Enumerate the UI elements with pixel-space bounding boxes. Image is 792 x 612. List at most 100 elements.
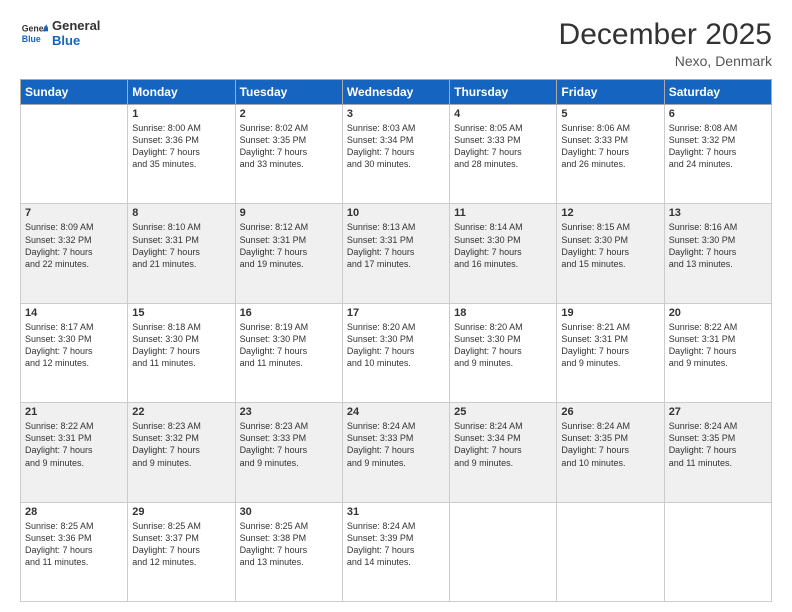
day-number: 7 xyxy=(25,207,123,219)
day-info: Sunrise: 8:08 AMSunset: 3:32 PMDaylight:… xyxy=(669,122,767,171)
title-block: December 2025 Nexo, Denmark xyxy=(559,18,772,69)
calendar-cell: 5 Sunrise: 8:06 AMSunset: 3:33 PMDaylight… xyxy=(557,105,664,204)
calendar-cell: 26Sunrise: 8:24 AMSunset: 3:35 PMDayligh… xyxy=(557,403,664,502)
col-header-friday: Friday xyxy=(557,80,664,105)
calendar-table: SundayMondayTuesdayWednesdayThursdayFrid… xyxy=(20,79,772,602)
col-header-tuesday: Tuesday xyxy=(235,80,342,105)
calendar-cell: 16 Sunrise: 8:19 AMSunset: 3:30 PMDayligh… xyxy=(235,303,342,402)
calendar-cell xyxy=(557,502,664,601)
day-number: 23 xyxy=(240,406,338,418)
col-header-monday: Monday xyxy=(128,80,235,105)
calendar-cell: 11Sunrise: 8:14 AMSunset: 3:30 PMDayligh… xyxy=(450,204,557,303)
day-info: Sunrise: 8:22 AMSunset: 3:31 PMDaylight:… xyxy=(25,420,123,469)
day-number: 3 xyxy=(347,108,445,120)
day-number: 5 xyxy=(561,108,659,120)
calendar-cell: 6Sunrise: 8:08 AMSunset: 3:32 PMDaylight… xyxy=(664,105,771,204)
day-info: Sunrise: 8:15 AMSunset: 3:30 PMDaylight:… xyxy=(561,221,659,270)
day-number: 10 xyxy=(347,207,445,219)
day-number: 16 xyxy=(240,307,338,319)
day-info: Sunrise: 8:09 AMSunset: 3:32 PMDaylight:… xyxy=(25,221,123,270)
calendar-cell: 22 Sunrise: 8:23 AMSunset: 3:32 PMDayligh… xyxy=(128,403,235,502)
day-number: 30 xyxy=(240,506,338,518)
calendar-week-row: 21 Sunrise: 8:22 AMSunset: 3:31 PMDayligh… xyxy=(21,403,772,502)
calendar-cell xyxy=(21,105,128,204)
day-info: Sunrise: 8:20 AMSunset: 3:30 PMDaylight:… xyxy=(454,321,552,370)
day-number: 14 xyxy=(25,307,123,319)
calendar-cell: 28Sunrise: 8:25 AMSunset: 3:36 PMDayligh… xyxy=(21,502,128,601)
day-number: 20 xyxy=(669,307,767,319)
col-header-sunday: Sunday xyxy=(21,80,128,105)
calendar-cell: 8 Sunrise: 8:10 AMSunset: 3:31 PMDaylight… xyxy=(128,204,235,303)
calendar-cell: 24Sunrise: 8:24 AMSunset: 3:33 PMDayligh… xyxy=(342,403,449,502)
logo: General Blue General Blue xyxy=(20,18,100,48)
day-info: Sunrise: 8:18 AMSunset: 3:30 PMDaylight:… xyxy=(132,321,230,370)
day-number: 21 xyxy=(25,406,123,418)
day-number: 12 xyxy=(561,207,659,219)
calendar-cell: 4Sunrise: 8:05 AMSunset: 3:33 PMDaylight… xyxy=(450,105,557,204)
day-info: Sunrise: 8:03 AMSunset: 3:34 PMDaylight:… xyxy=(347,122,445,171)
day-number: 31 xyxy=(347,506,445,518)
logo-icon: General Blue xyxy=(20,19,48,47)
calendar-cell: 17 Sunrise: 8:20 AMSunset: 3:30 PMDayligh… xyxy=(342,303,449,402)
day-number: 28 xyxy=(25,506,123,518)
day-info: Sunrise: 8:17 AMSunset: 3:30 PMDaylight:… xyxy=(25,321,123,370)
day-number: 1 xyxy=(132,108,230,120)
day-info: Sunrise: 8:20 AMSunset: 3:30 PMDaylight:… xyxy=(347,321,445,370)
calendar-page: General Blue General Blue December 2025 … xyxy=(0,0,792,612)
calendar-cell: 10 Sunrise: 8:13 AMSunset: 3:31 PMDayligh… xyxy=(342,204,449,303)
day-number: 17 xyxy=(347,307,445,319)
day-number: 25 xyxy=(454,406,552,418)
col-header-wednesday: Wednesday xyxy=(342,80,449,105)
calendar-cell: 7 Sunrise: 8:09 AMSunset: 3:32 PMDaylight… xyxy=(21,204,128,303)
day-info: Sunrise: 8:24 AMSunset: 3:39 PMDaylight:… xyxy=(347,520,445,569)
col-header-saturday: Saturday xyxy=(664,80,771,105)
calendar-cell: 13Sunrise: 8:16 AMSunset: 3:30 PMDayligh… xyxy=(664,204,771,303)
day-info: Sunrise: 8:12 AMSunset: 3:31 PMDaylight:… xyxy=(240,221,338,270)
day-info: Sunrise: 8:24 AMSunset: 3:35 PMDaylight:… xyxy=(669,420,767,469)
day-info: Sunrise: 8:06 AMSunset: 3:33 PMDaylight:… xyxy=(561,122,659,171)
day-number: 18 xyxy=(454,307,552,319)
calendar-cell: 14 Sunrise: 8:17 AMSunset: 3:30 PMDayligh… xyxy=(21,303,128,402)
calendar-cell: 9 Sunrise: 8:12 AMSunset: 3:31 PMDaylight… xyxy=(235,204,342,303)
calendar-week-row: 28Sunrise: 8:25 AMSunset: 3:36 PMDayligh… xyxy=(21,502,772,601)
day-info: Sunrise: 8:24 AMSunset: 3:33 PMDaylight:… xyxy=(347,420,445,469)
logo-blue: Blue xyxy=(52,33,100,48)
calendar-cell: 21 Sunrise: 8:22 AMSunset: 3:31 PMDayligh… xyxy=(21,403,128,502)
calendar-cell: 23Sunrise: 8:23 AMSunset: 3:33 PMDayligh… xyxy=(235,403,342,502)
calendar-cell: 18 Sunrise: 8:20 AMSunset: 3:30 PMDayligh… xyxy=(450,303,557,402)
day-number: 11 xyxy=(454,207,552,219)
calendar-cell: 19Sunrise: 8:21 AMSunset: 3:31 PMDayligh… xyxy=(557,303,664,402)
day-info: Sunrise: 8:05 AMSunset: 3:33 PMDaylight:… xyxy=(454,122,552,171)
location: Nexo, Denmark xyxy=(559,53,772,69)
day-info: Sunrise: 8:25 AMSunset: 3:38 PMDaylight:… xyxy=(240,520,338,569)
day-info: Sunrise: 8:10 AMSunset: 3:31 PMDaylight:… xyxy=(132,221,230,270)
calendar-cell: 31 Sunrise: 8:24 AMSunset: 3:39 PMDayligh… xyxy=(342,502,449,601)
logo-general: General xyxy=(52,18,100,33)
calendar-cell: 30 Sunrise: 8:25 AMSunset: 3:38 PMDayligh… xyxy=(235,502,342,601)
calendar-cell: 27 Sunrise: 8:24 AMSunset: 3:35 PMDayligh… xyxy=(664,403,771,502)
day-number: 2 xyxy=(240,108,338,120)
day-info: Sunrise: 8:13 AMSunset: 3:31 PMDaylight:… xyxy=(347,221,445,270)
day-info: Sunrise: 8:24 AMSunset: 3:34 PMDaylight:… xyxy=(454,420,552,469)
calendar-week-row: 1Sunrise: 8:00 AMSunset: 3:36 PMDaylight… xyxy=(21,105,772,204)
day-info: Sunrise: 8:22 AMSunset: 3:31 PMDaylight:… xyxy=(669,321,767,370)
day-number: 8 xyxy=(132,207,230,219)
day-number: 27 xyxy=(669,406,767,418)
calendar-cell: 1Sunrise: 8:00 AMSunset: 3:36 PMDaylight… xyxy=(128,105,235,204)
day-number: 29 xyxy=(132,506,230,518)
calendar-cell: 25 Sunrise: 8:24 AMSunset: 3:34 PMDayligh… xyxy=(450,403,557,502)
svg-text:General: General xyxy=(22,23,48,33)
calendar-cell: 15Sunrise: 8:18 AMSunset: 3:30 PMDayligh… xyxy=(128,303,235,402)
day-info: Sunrise: 8:19 AMSunset: 3:30 PMDaylight:… xyxy=(240,321,338,370)
calendar-cell: 29 Sunrise: 8:25 AMSunset: 3:37 PMDayligh… xyxy=(128,502,235,601)
day-number: 22 xyxy=(132,406,230,418)
day-number: 9 xyxy=(240,207,338,219)
day-info: Sunrise: 8:23 AMSunset: 3:32 PMDaylight:… xyxy=(132,420,230,469)
col-header-thursday: Thursday xyxy=(450,80,557,105)
header: General Blue General Blue December 2025 … xyxy=(20,18,772,69)
calendar-cell xyxy=(450,502,557,601)
calendar-cell: 3 Sunrise: 8:03 AMSunset: 3:34 PMDaylight… xyxy=(342,105,449,204)
svg-text:Blue: Blue xyxy=(22,34,41,44)
day-info: Sunrise: 8:16 AMSunset: 3:30 PMDaylight:… xyxy=(669,221,767,270)
day-info: Sunrise: 8:25 AMSunset: 3:37 PMDaylight:… xyxy=(132,520,230,569)
